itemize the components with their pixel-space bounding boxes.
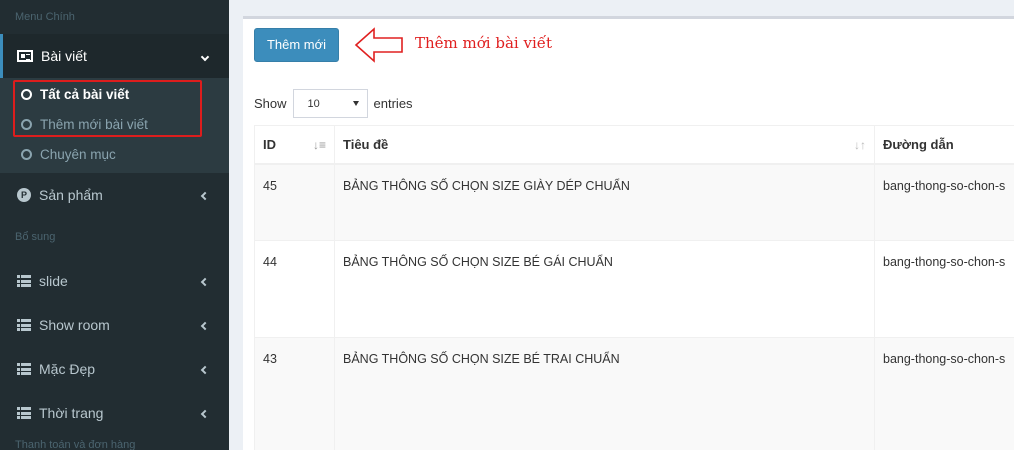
- sidebar-item-thoi-trang[interactable]: Thời trang: [0, 391, 229, 435]
- caret-down-icon: [352, 101, 359, 106]
- entries-control: Show 10 entries: [254, 89, 413, 118]
- sidebar-item-label: Mặc Đẹp: [39, 361, 96, 377]
- submenu-item-label: Thêm mới bài viết: [40, 116, 148, 132]
- sidebar-section-orders: Thanh toán và đơn hàng: [15, 439, 136, 450]
- table-row: 43 BẢNG THÔNG SỐ CHỌN SIZE BÉ TRAI CHUẨN…: [254, 337, 1014, 450]
- sidebar-item-mac-dep[interactable]: Mặc Đẹp: [0, 347, 229, 391]
- cell-id: 44: [254, 240, 335, 338]
- submenu-item-label: Chuyên mục: [40, 146, 116, 162]
- submenu-item-all-posts[interactable]: Tất cả bài viết: [0, 79, 229, 109]
- chevron-left-icon: [199, 362, 211, 376]
- submenu-item-add-post[interactable]: Thêm mới bài viết: [0, 109, 229, 139]
- chevron-down-icon: [199, 49, 211, 63]
- cell-slug: bang-thong-so-chon-s: [874, 240, 1014, 338]
- sidebar-section-extra: Bổ sung: [15, 231, 56, 243]
- sidebar: Menu Chính Bài viết Tất cả bài viết Thêm…: [0, 0, 229, 450]
- cell-title: BẢNG THÔNG SỐ CHỌN SIZE GIÀY DÉP CHUẨN: [334, 163, 875, 241]
- submenu-item-categories[interactable]: Chuyên mục: [0, 139, 229, 169]
- column-header-slug[interactable]: Đường dẫn: [874, 125, 1014, 165]
- newspaper-icon: [17, 50, 33, 62]
- sidebar-item-products[interactable]: P Sản phẩm: [0, 173, 229, 217]
- sidebar-item-slide[interactable]: slide: [0, 259, 229, 303]
- chevron-left-icon: [199, 318, 211, 332]
- cell-title: BẢNG THÔNG SỐ CHỌN SIZE BÉ GÁI CHUẨN: [334, 240, 875, 338]
- add-new-button[interactable]: Thêm mới: [254, 28, 339, 62]
- list-icon: [17, 407, 31, 419]
- sort-icon: ↓↑: [854, 138, 866, 152]
- sidebar-item-products-label: Sản phẩm: [39, 187, 103, 203]
- sidebar-item-showroom[interactable]: Show room: [0, 303, 229, 347]
- sidebar-section-main: Menu Chính: [15, 11, 75, 23]
- cell-slug: bang-thong-so-chon-s: [874, 337, 1014, 450]
- sidebar-item-label: slide: [39, 273, 68, 289]
- cell-id: 45: [254, 163, 335, 241]
- submenu-item-label: Tất cả bài viết: [40, 86, 130, 102]
- posts-table: ID ↓≡ Tiêu đề ↓↑ Đường dẫn 45 BẢNG THÔNG S…: [254, 125, 1014, 450]
- list-icon: [17, 363, 31, 375]
- entries-select[interactable]: 10: [292, 89, 368, 118]
- cell-slug: bang-thong-so-chon-s: [874, 163, 1014, 241]
- posts-submenu: Tất cả bài viết Thêm mới bài viết Chuyên…: [0, 78, 229, 173]
- arrow-left-icon: [354, 27, 403, 63]
- sidebar-item-label: Show room: [39, 317, 110, 333]
- main-panel: Thêm mới Thêm mới bài viết Show 10 entri…: [243, 16, 1014, 450]
- chevron-left-icon: [199, 406, 211, 420]
- product-p-icon: P: [17, 188, 31, 202]
- sidebar-item-label: Thời trang: [39, 405, 104, 421]
- list-icon: [17, 319, 31, 331]
- cell-title: BẢNG THÔNG SỐ CHỌN SIZE BÉ TRAI CHUẨN: [334, 337, 875, 450]
- annotation-text: Thêm mới bài viết: [415, 34, 552, 52]
- circle-icon: [21, 148, 32, 160]
- circle-icon: [21, 118, 32, 130]
- circle-icon: [21, 88, 32, 100]
- chevron-left-icon: [199, 274, 211, 288]
- entries-label: entries: [373, 96, 413, 111]
- column-header-id[interactable]: ID ↓≡: [254, 125, 335, 165]
- column-header-label: ID: [263, 137, 276, 152]
- cell-id: 43: [254, 337, 335, 450]
- chevron-left-icon: [199, 188, 211, 202]
- show-label: Show: [254, 96, 287, 111]
- column-header-label: Tiêu đề: [343, 137, 389, 152]
- sidebar-item-posts-label: Bài viết: [41, 48, 87, 64]
- sort-desc-icon: ↓≡: [312, 138, 326, 152]
- sidebar-item-posts[interactable]: Bài viết: [0, 34, 229, 78]
- column-header-title[interactable]: Tiêu đề ↓↑: [334, 125, 875, 165]
- table-row: 44 BẢNG THÔNG SỐ CHỌN SIZE BÉ GÁI CHUẨN …: [254, 240, 1014, 338]
- list-icon: [17, 275, 31, 287]
- entries-select-value: 10: [307, 97, 320, 110]
- column-header-label: Đường dẫn: [883, 137, 954, 152]
- table-row: 45 BẢNG THÔNG SỐ CHỌN SIZE GIÀY DÉP CHUẨ…: [254, 163, 1014, 241]
